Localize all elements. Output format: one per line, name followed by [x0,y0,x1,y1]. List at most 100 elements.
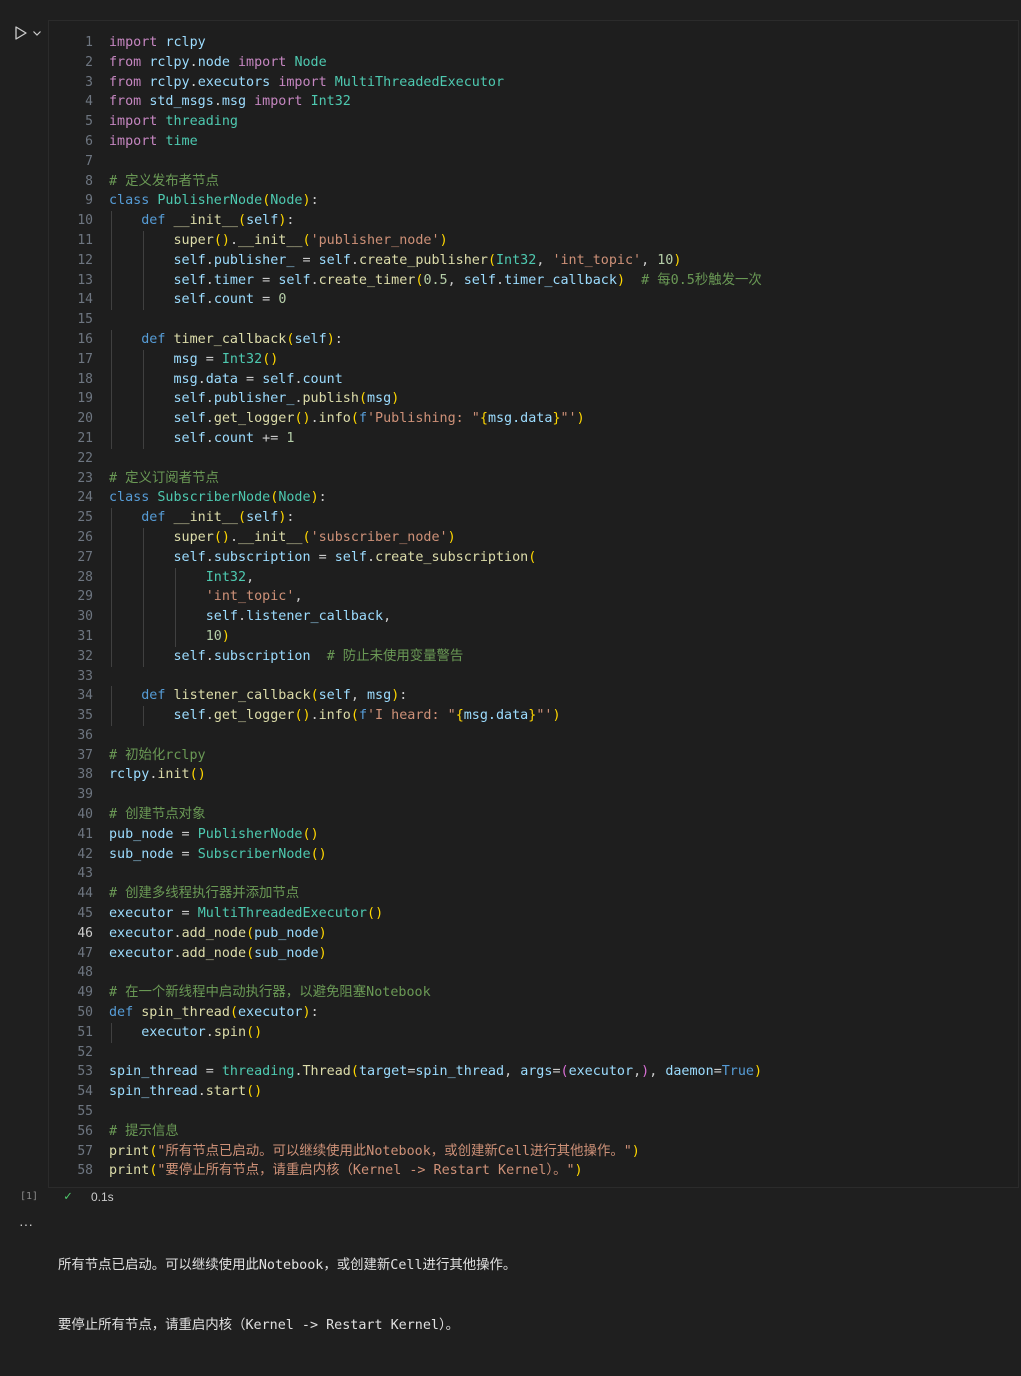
code-text: executor.spin() [141,1024,263,1040]
code-cell[interactable]: 1 import rclpy 2 from rclpy.node import Nod… [0,20,1021,1208]
code-line[interactable]: 50 def spin_thread(executor): [49,1003,1018,1023]
code-line[interactable]: 16 def timer_callback(self): [49,329,1018,350]
code-line[interactable]: 23 # 定义订阅者节点 [49,469,1018,489]
code-line[interactable]: 46 executor.add_node(pub_node) [49,924,1018,944]
code-line[interactable]: 42 sub_node = SubscriberNode() [49,845,1018,865]
line-number: 54 [77,1084,93,1100]
code-line[interactable]: 8 # 定义发布者节点 [49,172,1018,192]
code-line[interactable]: 54 spin_thread.start() [49,1082,1018,1102]
code-line[interactable]: 3 from rclpy.executors import MultiThread… [49,73,1018,93]
code-line[interactable]: 38 rclpy.init() [49,765,1018,785]
code-text: def listener_callback(self, msg): [141,688,408,704]
code-line[interactable]: 52 [49,1043,1018,1063]
code-text: spin_thread = threading.Thread(target=sp… [109,1064,763,1080]
code-text: self.listener_callback, [205,609,392,625]
code-text: super().__init__('subscriber_node') [173,529,456,545]
line-number: 50 [77,1005,93,1021]
code-line[interactable]: 30 self.listener_callback, [49,607,1018,627]
code-line[interactable]: 27 self.subscription = self.create_subsc… [49,547,1018,568]
line-number: 52 [77,1044,93,1060]
code-text: 'int_topic', [205,589,303,605]
line-number: 43 [77,866,93,882]
line-number: 39 [77,787,93,803]
play-icon[interactable] [14,26,28,40]
code-text: super().__init__('publisher_node') [173,232,448,248]
code-line[interactable]: 53 spin_thread = threading.Thread(target=… [49,1062,1018,1082]
code-text: # 提示信息 [109,1123,179,1139]
run-cell-button[interactable] [14,22,48,44]
code-line[interactable]: 35 self.get_logger().info(f'I heard: "{m… [49,706,1018,726]
code-line[interactable]: 14 self.count = 0 [49,290,1018,311]
code-line[interactable]: 2 from rclpy.node import Node [49,53,1018,73]
code-line[interactable]: 36 [49,726,1018,746]
code-line[interactable]: 49 # 在一个新线程中启动执行器，以避免阻塞Notebook [49,983,1018,1003]
line-number: 25 [77,510,93,526]
code-line[interactable]: 19 self.publisher_.publish(msg) [49,389,1018,410]
code-text: executor.add_node(pub_node) [109,925,327,941]
line-number: 46 [77,925,93,941]
code-line[interactable]: 4 from std_msgs.msg import Int32 [49,92,1018,112]
code-line[interactable]: 7 [49,152,1018,172]
line-number: 7 [85,153,93,169]
code-line[interactable]: 55 [49,1102,1018,1122]
line-number: 49 [77,985,93,1001]
line-number: 33 [77,668,93,684]
code-line[interactable]: 5 import threading [49,112,1018,132]
code-line[interactable]: 45 executor = MultiThreadedExecutor() [49,904,1018,924]
code-line[interactable]: 41 pub_node = PublisherNode() [49,825,1018,845]
code-line[interactable]: 22 [49,449,1018,469]
code-line[interactable]: 48 [49,963,1018,983]
code-line[interactable]: 43 [49,864,1018,884]
code-line[interactable]: 33 [49,667,1018,687]
chevron-down-icon[interactable] [32,28,42,38]
code-text: import time [109,133,198,149]
code-line[interactable]: 20 self.get_logger().info(f'Publishing: … [49,409,1018,429]
code-line[interactable]: 39 [49,785,1018,805]
code-line[interactable]: 15 [49,310,1018,330]
code-text: msg = Int32() [173,351,279,367]
code-text: executor.add_node(sub_node) [109,945,327,961]
code-line[interactable]: 47 executor.add_node(sub_node) [49,944,1018,964]
code-text: self.count += 1 [173,430,295,446]
code-line[interactable]: 6 import time [49,132,1018,152]
line-number: 38 [77,767,93,783]
line-number: 21 [77,430,93,446]
code-line[interactable]: 34 def listener_callback(self, msg): [49,686,1018,707]
line-number: 10 [77,213,93,229]
code-line[interactable]: 29 'int_topic', [49,587,1018,608]
code-line[interactable]: 10 def __init__(self): [49,211,1018,231]
code-line[interactable]: 9 class PublisherNode(Node): [49,191,1018,211]
code-line[interactable]: 51 executor.spin() [49,1022,1018,1043]
code-line[interactable]: 21 self.count += 1 [49,428,1018,449]
code-line[interactable]: 18 msg.data = self.count [49,369,1018,390]
line-number: 56 [77,1123,93,1139]
code-line[interactable]: 1 import rclpy [49,33,1018,53]
code-line[interactable]: 28 Int32, [49,567,1018,588]
code-text: def spin_thread(executor): [109,1005,319,1021]
code-line[interactable]: 13 self.timer = self.create_timer(0.5, s… [49,270,1018,291]
code-line[interactable]: 26 super().__init__('subscriber_node') [49,527,1018,548]
code-text: def timer_callback(self): [141,331,343,347]
top-bar [0,0,1021,20]
code-line[interactable]: 17 msg = Int32() [49,349,1018,370]
code-line[interactable]: 11 super().__init__('publisher_node') [49,230,1018,251]
cell-status-bar: [1] ✓ 0.1s [0,1188,1021,1208]
line-number: 28 [77,569,93,585]
code-line[interactable]: 24 class SubscriberNode(Node): [49,488,1018,508]
code-text: Int32, [205,569,255,585]
code-line[interactable]: 32 self.subscription # 防止未使用变量警告 [49,646,1018,667]
code-line[interactable]: 58 print("要停止所有节点，请重启内核（Kernel -> Restart… [49,1161,1018,1181]
code-line[interactable]: 56 # 提示信息 [49,1122,1018,1142]
code-line[interactable]: 25 def __init__(self): [49,508,1018,528]
line-number: 34 [77,688,93,704]
ellipsis-icon[interactable]: ··· [19,1216,33,1232]
code-line[interactable]: 37 # 初始化rclpy [49,746,1018,766]
code-editor[interactable]: 1 import rclpy 2 from rclpy.node import Nod… [48,20,1019,1188]
code-line[interactable]: 12 self.publisher_ = self.create_publish… [49,250,1018,271]
code-line[interactable]: 44 # 创建多线程执行器并添加节点 [49,884,1018,904]
code-line[interactable]: 31 10) [49,626,1018,647]
code-line[interactable]: 57 print("所有节点已启动。可以继续使用此Notebook，或创建新Cel… [49,1142,1018,1162]
line-number: 18 [77,371,93,387]
code-text: class SubscriberNode(Node): [109,490,327,506]
code-line[interactable]: 40 # 创建节点对象 [49,805,1018,825]
